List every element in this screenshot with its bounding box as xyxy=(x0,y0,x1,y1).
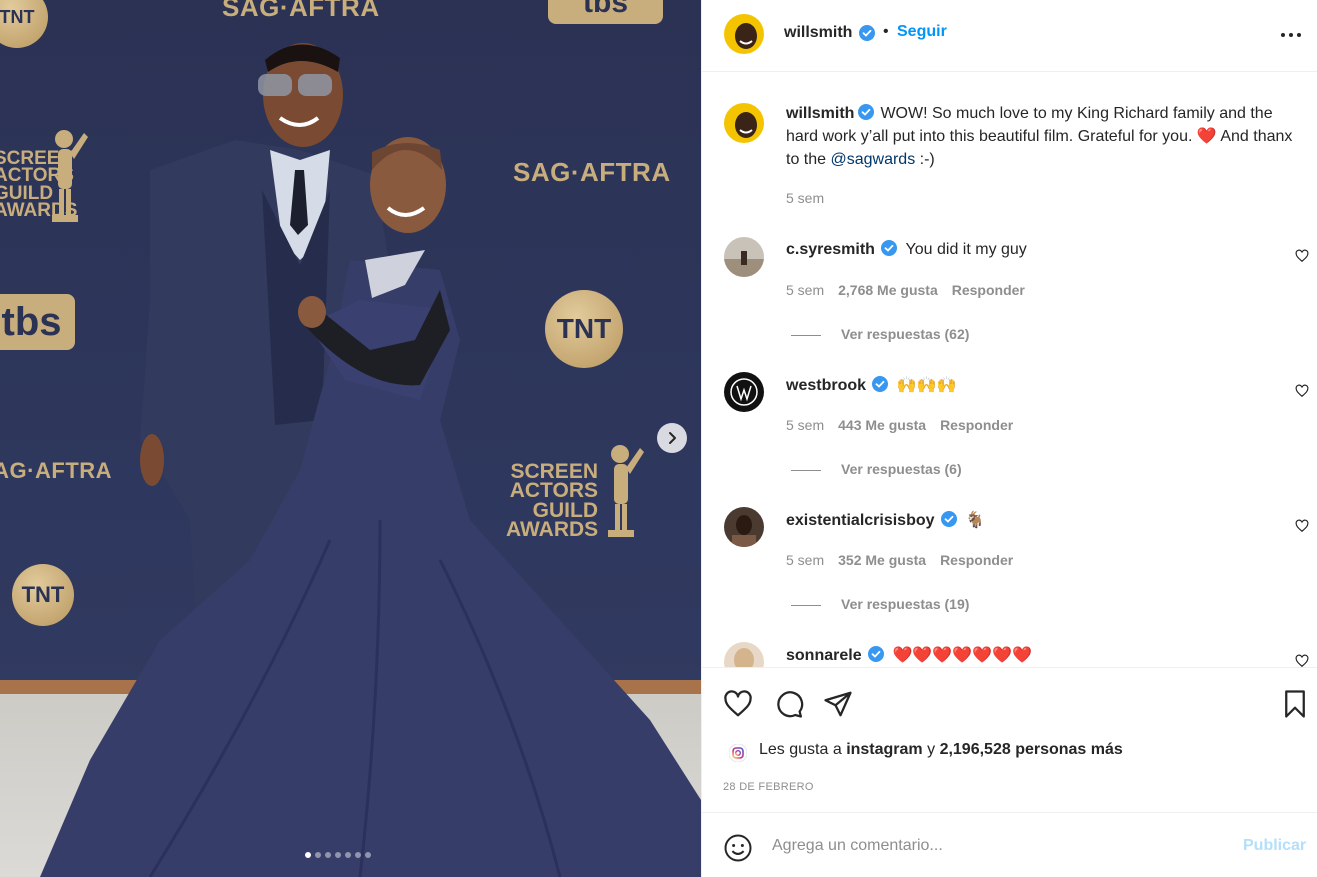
carousel-dot xyxy=(315,852,321,858)
liker-username[interactable]: instagram xyxy=(846,741,922,758)
comment-like-heart-icon[interactable] xyxy=(1295,384,1309,398)
verified-badge-icon xyxy=(859,25,875,41)
heart-icon[interactable] xyxy=(723,689,753,719)
comment-time[interactable]: 5 sem xyxy=(786,552,824,568)
comment-body: 🐐 xyxy=(965,512,986,529)
view-replies-button[interactable]: Ver respuestas (62) xyxy=(791,326,969,342)
author-username[interactable]: willsmith xyxy=(784,24,852,42)
verified-badge-icon xyxy=(881,240,898,256)
comment-like-heart-icon[interactable] xyxy=(1295,654,1309,667)
post-date[interactable]: 28 DE FEBRERO xyxy=(723,781,814,793)
comment-avatar[interactable] xyxy=(724,372,764,412)
emoji-icon[interactable] xyxy=(723,833,753,863)
comments-list[interactable]: willsmith WOW! So much love to my King Ri… xyxy=(702,73,1317,667)
carousel-dot xyxy=(355,852,361,858)
view-replies-button[interactable]: Ver respuestas (6) xyxy=(791,461,962,477)
carousel-next-button[interactable] xyxy=(657,423,687,453)
comment-time[interactable]: 5 sem xyxy=(786,417,824,433)
header-separator: • xyxy=(883,23,889,40)
comment-text: existentialcrisisboy 🐐 xyxy=(786,510,985,530)
verified-badge-icon xyxy=(940,511,957,527)
more-options-icon[interactable] xyxy=(1280,24,1302,46)
comment-icon[interactable] xyxy=(774,689,804,719)
instagram-logo-icon xyxy=(729,744,747,762)
post-sidebar: willsmith • Seguir willsmith WOW! So much… xyxy=(701,0,1317,877)
view-replies-button[interactable]: Ver respuestas (19) xyxy=(791,596,969,612)
comment-text: westbrook 🙌🙌🙌 xyxy=(786,375,957,395)
comment-text: c.syresmith You did it my guy xyxy=(786,240,1027,259)
carousel-dot xyxy=(305,852,311,858)
publish-button[interactable]: Publicar xyxy=(1243,837,1306,855)
caption-avatar[interactable] xyxy=(724,103,764,143)
author-avatar[interactable] xyxy=(724,14,764,54)
likes-summary[interactable]: Les gusta a instagram y 2,196,528 person… xyxy=(759,741,1123,759)
comment-likes[interactable]: 2,768 Me gusta xyxy=(838,282,938,298)
reply-button[interactable]: Responder xyxy=(952,282,1025,298)
comment-avatar[interactable] xyxy=(724,237,764,277)
comment-likes[interactable]: 443 Me gusta xyxy=(838,417,926,433)
post-header: willsmith • Seguir xyxy=(702,0,1317,72)
comment-body: You did it my guy xyxy=(905,241,1027,258)
comment-avatar[interactable] xyxy=(724,642,764,667)
post-caption: willsmith WOW! So much love to my King Ri… xyxy=(786,102,1306,171)
post-image[interactable]: SAG·AFTRA tbs TNT SCREEN ACTORS GUILD AW… xyxy=(0,0,701,877)
comment-username[interactable]: existentialcrisisboy xyxy=(786,512,935,529)
caption-text-end: :-) xyxy=(915,151,935,168)
comment-body: ❤️❤️❤️❤️❤️❤️❤️ xyxy=(892,647,1032,664)
reply-button[interactable]: Responder xyxy=(940,417,1013,433)
couple-photo xyxy=(40,43,701,877)
caption-timestamp[interactable]: 5 sem xyxy=(786,190,838,206)
comment-username[interactable]: c.syresmith xyxy=(786,241,875,258)
follow-button[interactable]: Seguir xyxy=(897,23,947,41)
add-comment-bar: Publicar xyxy=(702,812,1317,877)
carousel-indicator xyxy=(305,852,371,858)
share-icon[interactable] xyxy=(823,689,853,719)
comment-meta: 5 sem 352 Me gusta Responder xyxy=(786,552,1027,568)
comment-avatar[interactable] xyxy=(724,507,764,547)
reply-button[interactable]: Responder xyxy=(940,552,1013,568)
comment-likes[interactable]: 352 Me gusta xyxy=(838,552,926,568)
carousel-dot xyxy=(325,852,331,858)
verified-badge-icon xyxy=(858,104,875,120)
likes-count[interactable]: 2,196,528 personas más xyxy=(940,741,1123,758)
comment-text: sonnarele ❤️❤️❤️❤️❤️❤️❤️ xyxy=(786,645,1032,665)
comment-username[interactable]: westbrook xyxy=(786,377,866,394)
heart-emoji: ❤️ xyxy=(1196,128,1217,145)
carousel-dot xyxy=(345,852,351,858)
caption-username[interactable]: willsmith xyxy=(786,105,854,122)
comment-input[interactable] xyxy=(772,835,1232,857)
carousel-dot xyxy=(365,852,371,858)
carousel-dot xyxy=(335,852,341,858)
comment-time[interactable]: 5 sem xyxy=(786,282,824,298)
mention-link[interactable]: @sagwards xyxy=(830,151,915,168)
comment-meta: 5 sem 2,768 Me gusta Responder xyxy=(786,282,1039,298)
chevron-right-icon xyxy=(669,432,676,444)
comment-meta: 5 sem 443 Me gusta Responder xyxy=(786,417,1027,433)
comment-body: 🙌🙌🙌 xyxy=(896,377,957,394)
comment-like-heart-icon[interactable] xyxy=(1295,249,1309,263)
comment-username[interactable]: sonnarele xyxy=(786,647,862,664)
bookmark-icon[interactable] xyxy=(1280,689,1310,719)
verified-badge-icon xyxy=(868,646,885,662)
verified-badge-icon xyxy=(872,376,889,392)
post-actions: Les gusta a instagram y 2,196,528 person… xyxy=(702,667,1317,812)
comment-like-heart-icon[interactable] xyxy=(1295,519,1309,533)
